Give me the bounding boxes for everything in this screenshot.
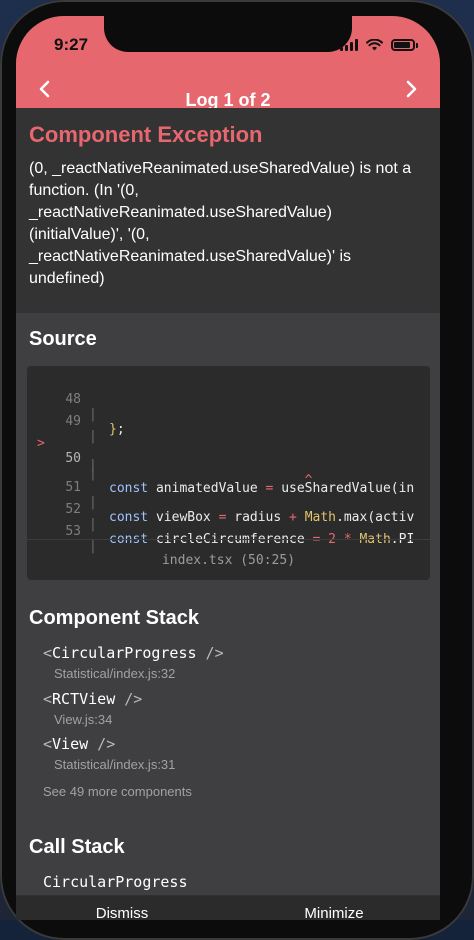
exception-message-line: function. (In '(0, (29, 182, 139, 199)
battery-icon (391, 39, 415, 51)
exception-title: Component Exception (29, 122, 263, 147)
component-stack-title: Component Stack (29, 607, 200, 629)
status-time: 9:27 (54, 35, 89, 54)
source-section-title: Source (29, 328, 97, 350)
wifi-icon (366, 39, 383, 51)
component-stack-item[interactable]: <View /> Statistical/index.js:31 (43, 735, 175, 772)
exception-message-line: (initialValue)', '(0, (29, 226, 150, 243)
log-actions-bar: Dismiss Minimize (16, 895, 440, 920)
cellular-signal-icon (340, 39, 358, 51)
code-line: 51 | const viewBox = radius + Math.max(a… (27, 465, 430, 525)
code-line: 53 | (27, 509, 430, 554)
device-notch (104, 16, 352, 52)
component-name: <View /> (43, 735, 116, 753)
component-stack-item[interactable]: <CircularProgress /> Statistical/index.j… (43, 644, 224, 681)
code-line: 49 | (27, 399, 430, 444)
line-number: 53 (65, 524, 81, 539)
code-body: 48 | }; 49 | > 50 | const animatedValue … (27, 366, 430, 554)
source-code-frame[interactable]: 48 | }; 49 | > 50 | const animatedValue … (27, 366, 430, 580)
code-line-caret: | ^ (27, 443, 430, 488)
see-more-components-link[interactable]: See 49 more components (43, 784, 192, 799)
component-location: Statistical/index.js:31 (54, 757, 176, 772)
component-location: Statistical/index.js:32 (54, 666, 176, 681)
code-line: 48 | }; (27, 377, 430, 437)
code-line-error: > 50 | const animatedValue = useSharedVa… (27, 421, 430, 496)
code-line: 52 | const circleCircumference = 2 * Mat… (27, 487, 430, 547)
minimize-button[interactable]: Minimize (228, 896, 440, 920)
exception-message: (0, _reactNativeReanimated.useSharedValu… (29, 158, 427, 290)
component-name: <RCTView /> (43, 690, 143, 708)
exception-block: Component Exception (0, _reactNativeRean… (16, 108, 440, 313)
log-header: 9:27 Log 1 of 2 (16, 16, 440, 110)
source-file-reference[interactable]: index.tsx (50:25) (27, 539, 430, 580)
status-icons (340, 38, 418, 52)
component-name: <CircularProgress /> (43, 644, 224, 662)
battery-tip (416, 42, 418, 48)
exception-message-line: _reactNativeReanimated.useSharedValue)' … (29, 248, 352, 265)
log-box-screen: 9:27 Log 1 of 2 Component Exception (0, … (16, 16, 440, 920)
call-stack-item[interactable]: CircularProgress (43, 873, 188, 891)
chevron-right-icon (406, 80, 417, 98)
dismiss-button[interactable]: Dismiss (16, 896, 228, 920)
exception-message-line: _reactNativeReanimated.useSharedValue) (29, 204, 332, 221)
component-location: View.js:34 (54, 712, 113, 727)
call-stack-title: Call Stack (29, 836, 125, 858)
component-stack-item[interactable]: <RCTView /> View.js:34 (43, 690, 142, 727)
next-log-button[interactable] (396, 74, 426, 104)
exception-message-line: undefined) (29, 270, 105, 287)
exception-message-line: (0, _reactNativeReanimated.useSharedValu… (29, 160, 412, 177)
